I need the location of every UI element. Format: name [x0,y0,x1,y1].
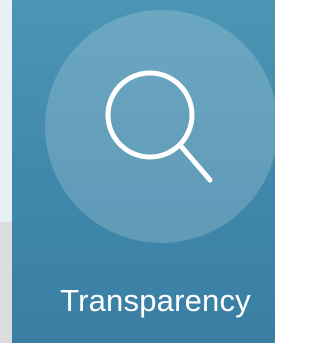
icon-circle [45,10,275,243]
page: Transparency [0,0,275,343]
left-panel-edge [0,0,12,222]
transparency-tile[interactable]: Transparency [12,0,275,343]
tile-label: Transparency [60,283,251,318]
search-icon [92,57,232,197]
